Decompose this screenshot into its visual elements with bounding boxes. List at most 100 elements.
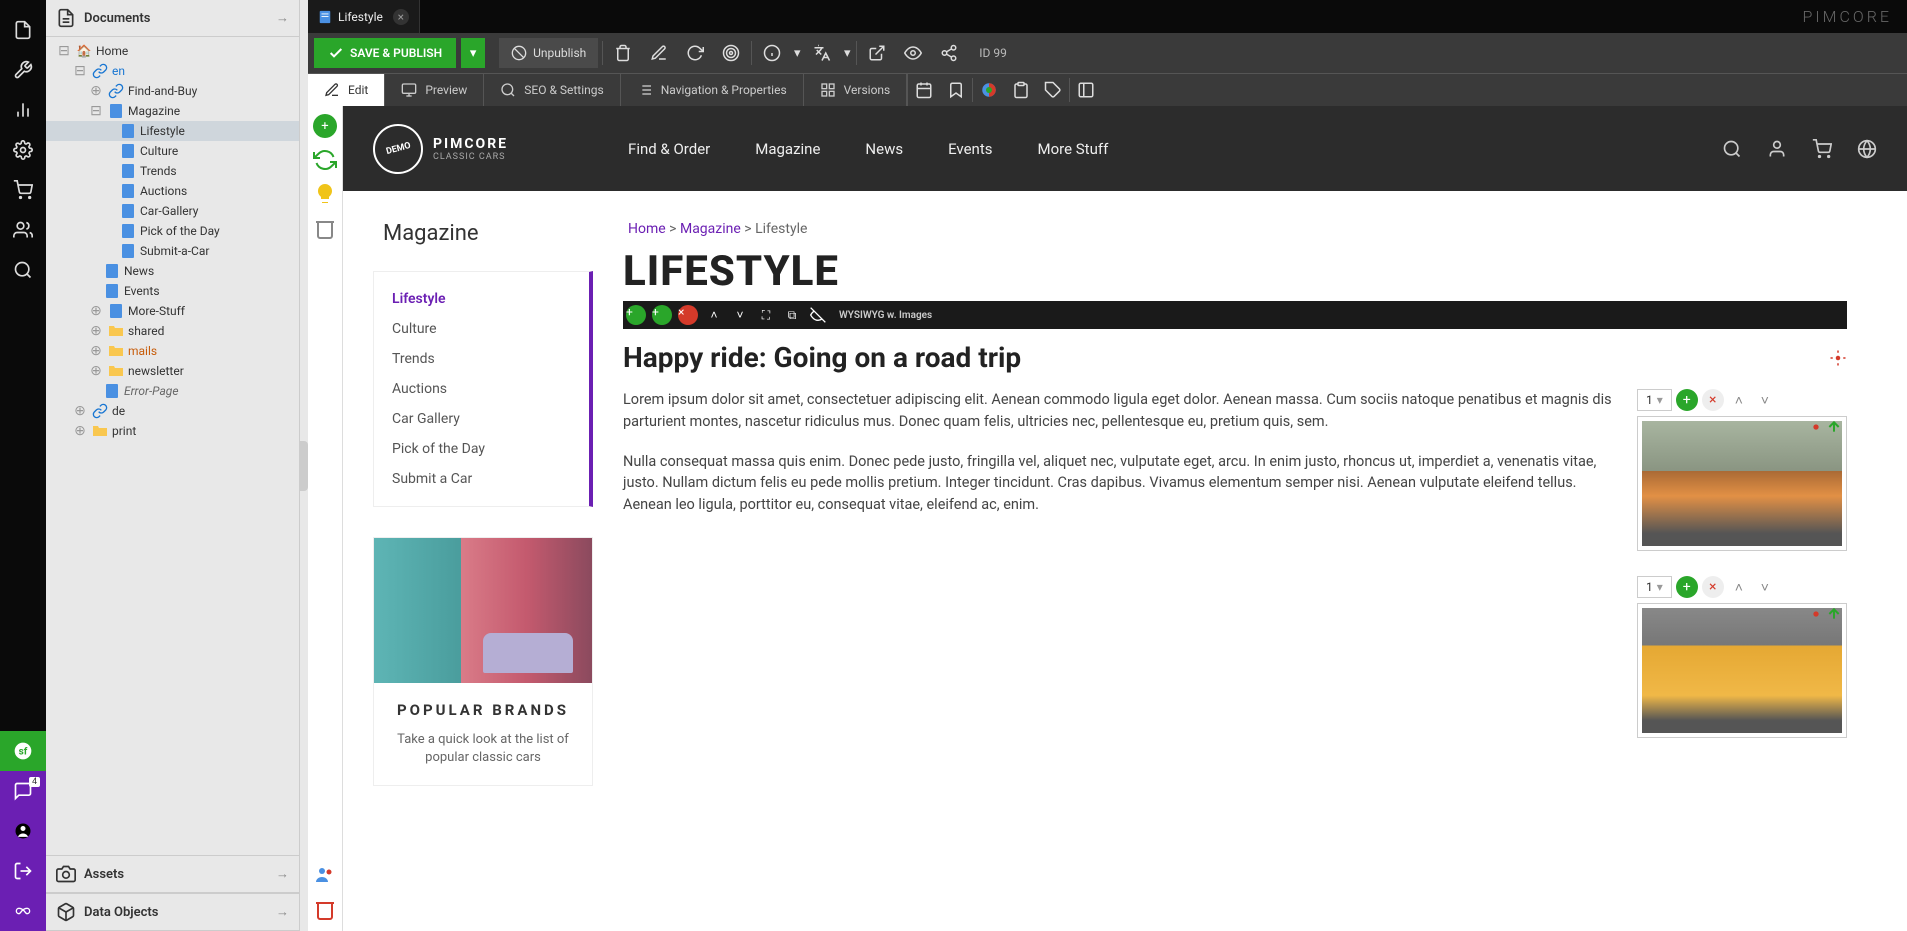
rail-notification-icon[interactable]: 4 (0, 771, 46, 811)
share-icon[interactable] (933, 38, 965, 68)
image-slot-1[interactable] (1637, 416, 1847, 551)
tag-icon[interactable] (1037, 75, 1069, 105)
rail-symfony-icon[interactable]: sf (0, 731, 46, 771)
rail-chart-icon[interactable] (0, 90, 46, 130)
rail-file-icon[interactable] (0, 10, 46, 50)
tree-lifestyle[interactable]: Lifestyle (46, 121, 299, 141)
nav-events[interactable]: Events (948, 140, 992, 158)
rail-cart-icon[interactable] (0, 170, 46, 210)
mag-nav-trends[interactable]: Trends (374, 344, 589, 374)
mag-nav-lifestyle[interactable]: Lifestyle (374, 284, 589, 314)
info-icon[interactable] (756, 38, 788, 68)
block-hide-icon[interactable] (805, 302, 831, 328)
img-up-icon[interactable]: ˄ (1728, 576, 1750, 598)
breadcrumb-home[interactable]: Home (628, 221, 666, 237)
tree-mails[interactable]: ⊕mails (46, 341, 299, 361)
target-marker-icon[interactable] (1829, 341, 1847, 374)
block-up-icon[interactable]: ˄ (701, 302, 727, 328)
image-count[interactable]: 1▾ (1637, 389, 1672, 411)
img-down-icon[interactable]: ˅ (1754, 576, 1776, 598)
img-add-icon[interactable]: + (1676, 576, 1698, 598)
image-count[interactable]: 1▾ (1637, 576, 1672, 598)
block-add-icon-2[interactable]: + (652, 305, 672, 325)
circle-icon[interactable] (973, 75, 1005, 105)
block-down-icon[interactable]: ˅ (727, 302, 753, 328)
rail-logout-icon[interactable] (0, 851, 46, 891)
block-copy-icon[interactable]: ⧉ (779, 302, 805, 328)
img-del-icon[interactable]: × (1702, 389, 1724, 411)
open-icon[interactable] (861, 38, 893, 68)
panel-header-documents[interactable]: Documents → (46, 0, 299, 37)
rail-profile-icon[interactable] (0, 811, 46, 851)
panel-header-assets[interactable]: Assets → (46, 855, 299, 893)
schedule-icon[interactable] (908, 75, 940, 105)
rail-users-icon[interactable] (0, 210, 46, 250)
users-icon[interactable] (313, 863, 337, 887)
tree-more-stuff[interactable]: ⊕More-Stuff (46, 301, 299, 321)
tab-nav[interactable]: Navigation & Properties (621, 74, 804, 106)
tree-find-buy[interactable]: ⊕Find-and-Buy (46, 81, 299, 101)
img-del-icon[interactable]: × (1702, 576, 1724, 598)
trash-icon[interactable] (313, 216, 337, 240)
rail-search-icon[interactable] (0, 250, 46, 290)
tab-preview[interactable]: Preview (385, 74, 484, 106)
breadcrumb-magazine[interactable]: Magazine (680, 221, 741, 237)
image-slot-2[interactable] (1637, 603, 1847, 738)
save-dropdown[interactable]: ▾ (461, 38, 485, 68)
popular-brands-card[interactable]: POPULAR BRANDS Take a quick look at the … (373, 537, 593, 786)
mag-nav-pick[interactable]: Pick of the Day (374, 434, 589, 464)
tab-lifestyle[interactable]: Lifestyle × (308, 0, 420, 33)
delete-icon[interactable] (607, 38, 639, 68)
tree-trends[interactable]: Trends (46, 161, 299, 181)
tab-versions[interactable]: Versions (804, 74, 908, 106)
tree-error-page[interactable]: Error-Page (46, 381, 299, 401)
tree-shared[interactable]: ⊕shared (46, 321, 299, 341)
article-h2[interactable]: Happy ride: Going on a road trip (623, 341, 1847, 374)
rename-icon[interactable] (643, 38, 675, 68)
img-up-icon[interactable]: ˄ (1728, 389, 1750, 411)
info-dropdown[interactable]: ▾ (792, 46, 802, 61)
img-down-icon[interactable]: ˅ (1754, 389, 1776, 411)
preview-icon[interactable] (897, 38, 929, 68)
reload-icon[interactable] (679, 38, 711, 68)
translate-dropdown[interactable]: ▾ (842, 46, 852, 61)
nav-more[interactable]: More Stuff (1038, 140, 1109, 158)
workflow-icon[interactable] (1070, 75, 1102, 105)
site-logo[interactable]: DEMO PIMCORECLASSIC CARS (373, 124, 508, 174)
collapse-icon[interactable]: → (276, 10, 289, 26)
mag-nav-culture[interactable]: Culture (374, 314, 589, 344)
tree-news[interactable]: News (46, 261, 299, 281)
globe-icon[interactable] (1857, 139, 1877, 159)
tree-en[interactable]: ⊟en (46, 61, 299, 81)
tree-de[interactable]: ⊕de (46, 401, 299, 421)
nav-magazine[interactable]: Magazine (755, 140, 820, 158)
trash-icon-2[interactable] (313, 897, 337, 921)
tree-car-gallery[interactable]: Car-Gallery (46, 201, 299, 221)
save-publish-button[interactable]: SAVE & PUBLISH (314, 38, 456, 68)
img-add-icon[interactable]: + (1676, 389, 1698, 411)
cart-icon[interactable] (1812, 139, 1832, 159)
tree-submit[interactable]: Submit-a-Car (46, 241, 299, 261)
tree-events[interactable]: Events (46, 281, 299, 301)
add-block-icon[interactable]: + (313, 114, 337, 138)
tab-edit[interactable]: Edit (308, 74, 385, 106)
article-text[interactable]: Lorem ipsum dolor sit amet, consectetuer… (623, 389, 1612, 763)
tree-pick[interactable]: Pick of the Day (46, 221, 299, 241)
translate-icon[interactable] (806, 38, 838, 68)
tree-print[interactable]: ⊕print (46, 421, 299, 441)
tree-auctions[interactable]: Auctions (46, 181, 299, 201)
target-icon[interactable] (715, 38, 747, 68)
block-delete-icon[interactable]: × (678, 305, 698, 325)
rail-infinity-icon[interactable] (0, 891, 46, 931)
tab-seo[interactable]: SEO & Settings (484, 74, 620, 106)
rail-wrench-icon[interactable] (0, 50, 46, 90)
bulb-icon[interactable] (313, 182, 337, 206)
block-expand-icon[interactable]: ⛶ (753, 302, 779, 328)
refresh-icon[interactable] (313, 148, 337, 172)
close-icon[interactable]: × (393, 9, 409, 25)
tree-culture[interactable]: Culture (46, 141, 299, 161)
bookmark-icon[interactable] (940, 75, 972, 105)
notes-icon[interactable] (1005, 75, 1037, 105)
rail-gear-icon[interactable] (0, 130, 46, 170)
mag-nav-gallery[interactable]: Car Gallery (374, 404, 589, 434)
